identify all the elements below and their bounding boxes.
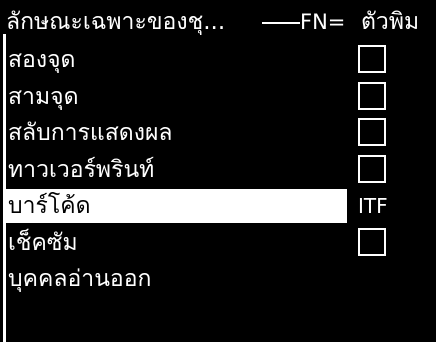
inverse-display-checkbox[interactable] [358, 118, 386, 146]
checksum-checkbox[interactable] [358, 227, 386, 256]
tower-print-checkbox[interactable] [358, 154, 386, 183]
menu-item-human-readable[interactable]: บุคคลอ่านออก [6, 261, 436, 298]
header-title: ลักษณะเฉพาะของชุ... [6, 9, 226, 35]
menu-item-checksum[interactable]: เช็คซัม [6, 225, 436, 262]
menu-item-label: สองจุด [8, 47, 76, 73]
menu-item-label: บุคคลอ่านออก [8, 266, 152, 292]
menu-item-barcode[interactable]: บาร์โค้ด ITF [6, 188, 436, 225]
double-dot-checkbox[interactable] [358, 45, 386, 73]
menu-item-tower-print[interactable]: ทาวเวอร์พรินท์ [6, 152, 436, 189]
menu-item-triple-dot[interactable]: สามจุด [6, 79, 436, 116]
header-right-text: ตัวพิม [361, 9, 420, 35]
triple-dot-checkbox[interactable] [358, 81, 386, 110]
menu-item-label: สามจุด [8, 83, 79, 110]
menu-item-double-dot[interactable]: สองจุด [6, 42, 436, 79]
menu-item-label: เช็คซัม [8, 229, 78, 256]
header-fn-label: FN= [300, 10, 346, 34]
menu-item-label: ทาวเวอร์พรินท์ [8, 156, 155, 183]
settings-menu: สองจุด สามจุด สลับการแสดงผล ทาวเวอร์พริน… [6, 42, 436, 298]
header-bar: ลักษณะเฉพาะของชุ... FN= ตัวพิม [0, 4, 436, 40]
menu-item-label: บาร์โค้ด [8, 193, 91, 219]
menu-item-inverse-display[interactable]: สลับการแสดงผล [6, 115, 436, 152]
display-screen: ลักษณะเฉพาะของชุ... FN= ตัวพิม สองจุด สา… [0, 0, 436, 342]
barcode-value[interactable]: ITF [358, 188, 388, 224]
header-separator [262, 22, 300, 24]
menu-item-label: สลับการแสดงผล [8, 120, 173, 146]
